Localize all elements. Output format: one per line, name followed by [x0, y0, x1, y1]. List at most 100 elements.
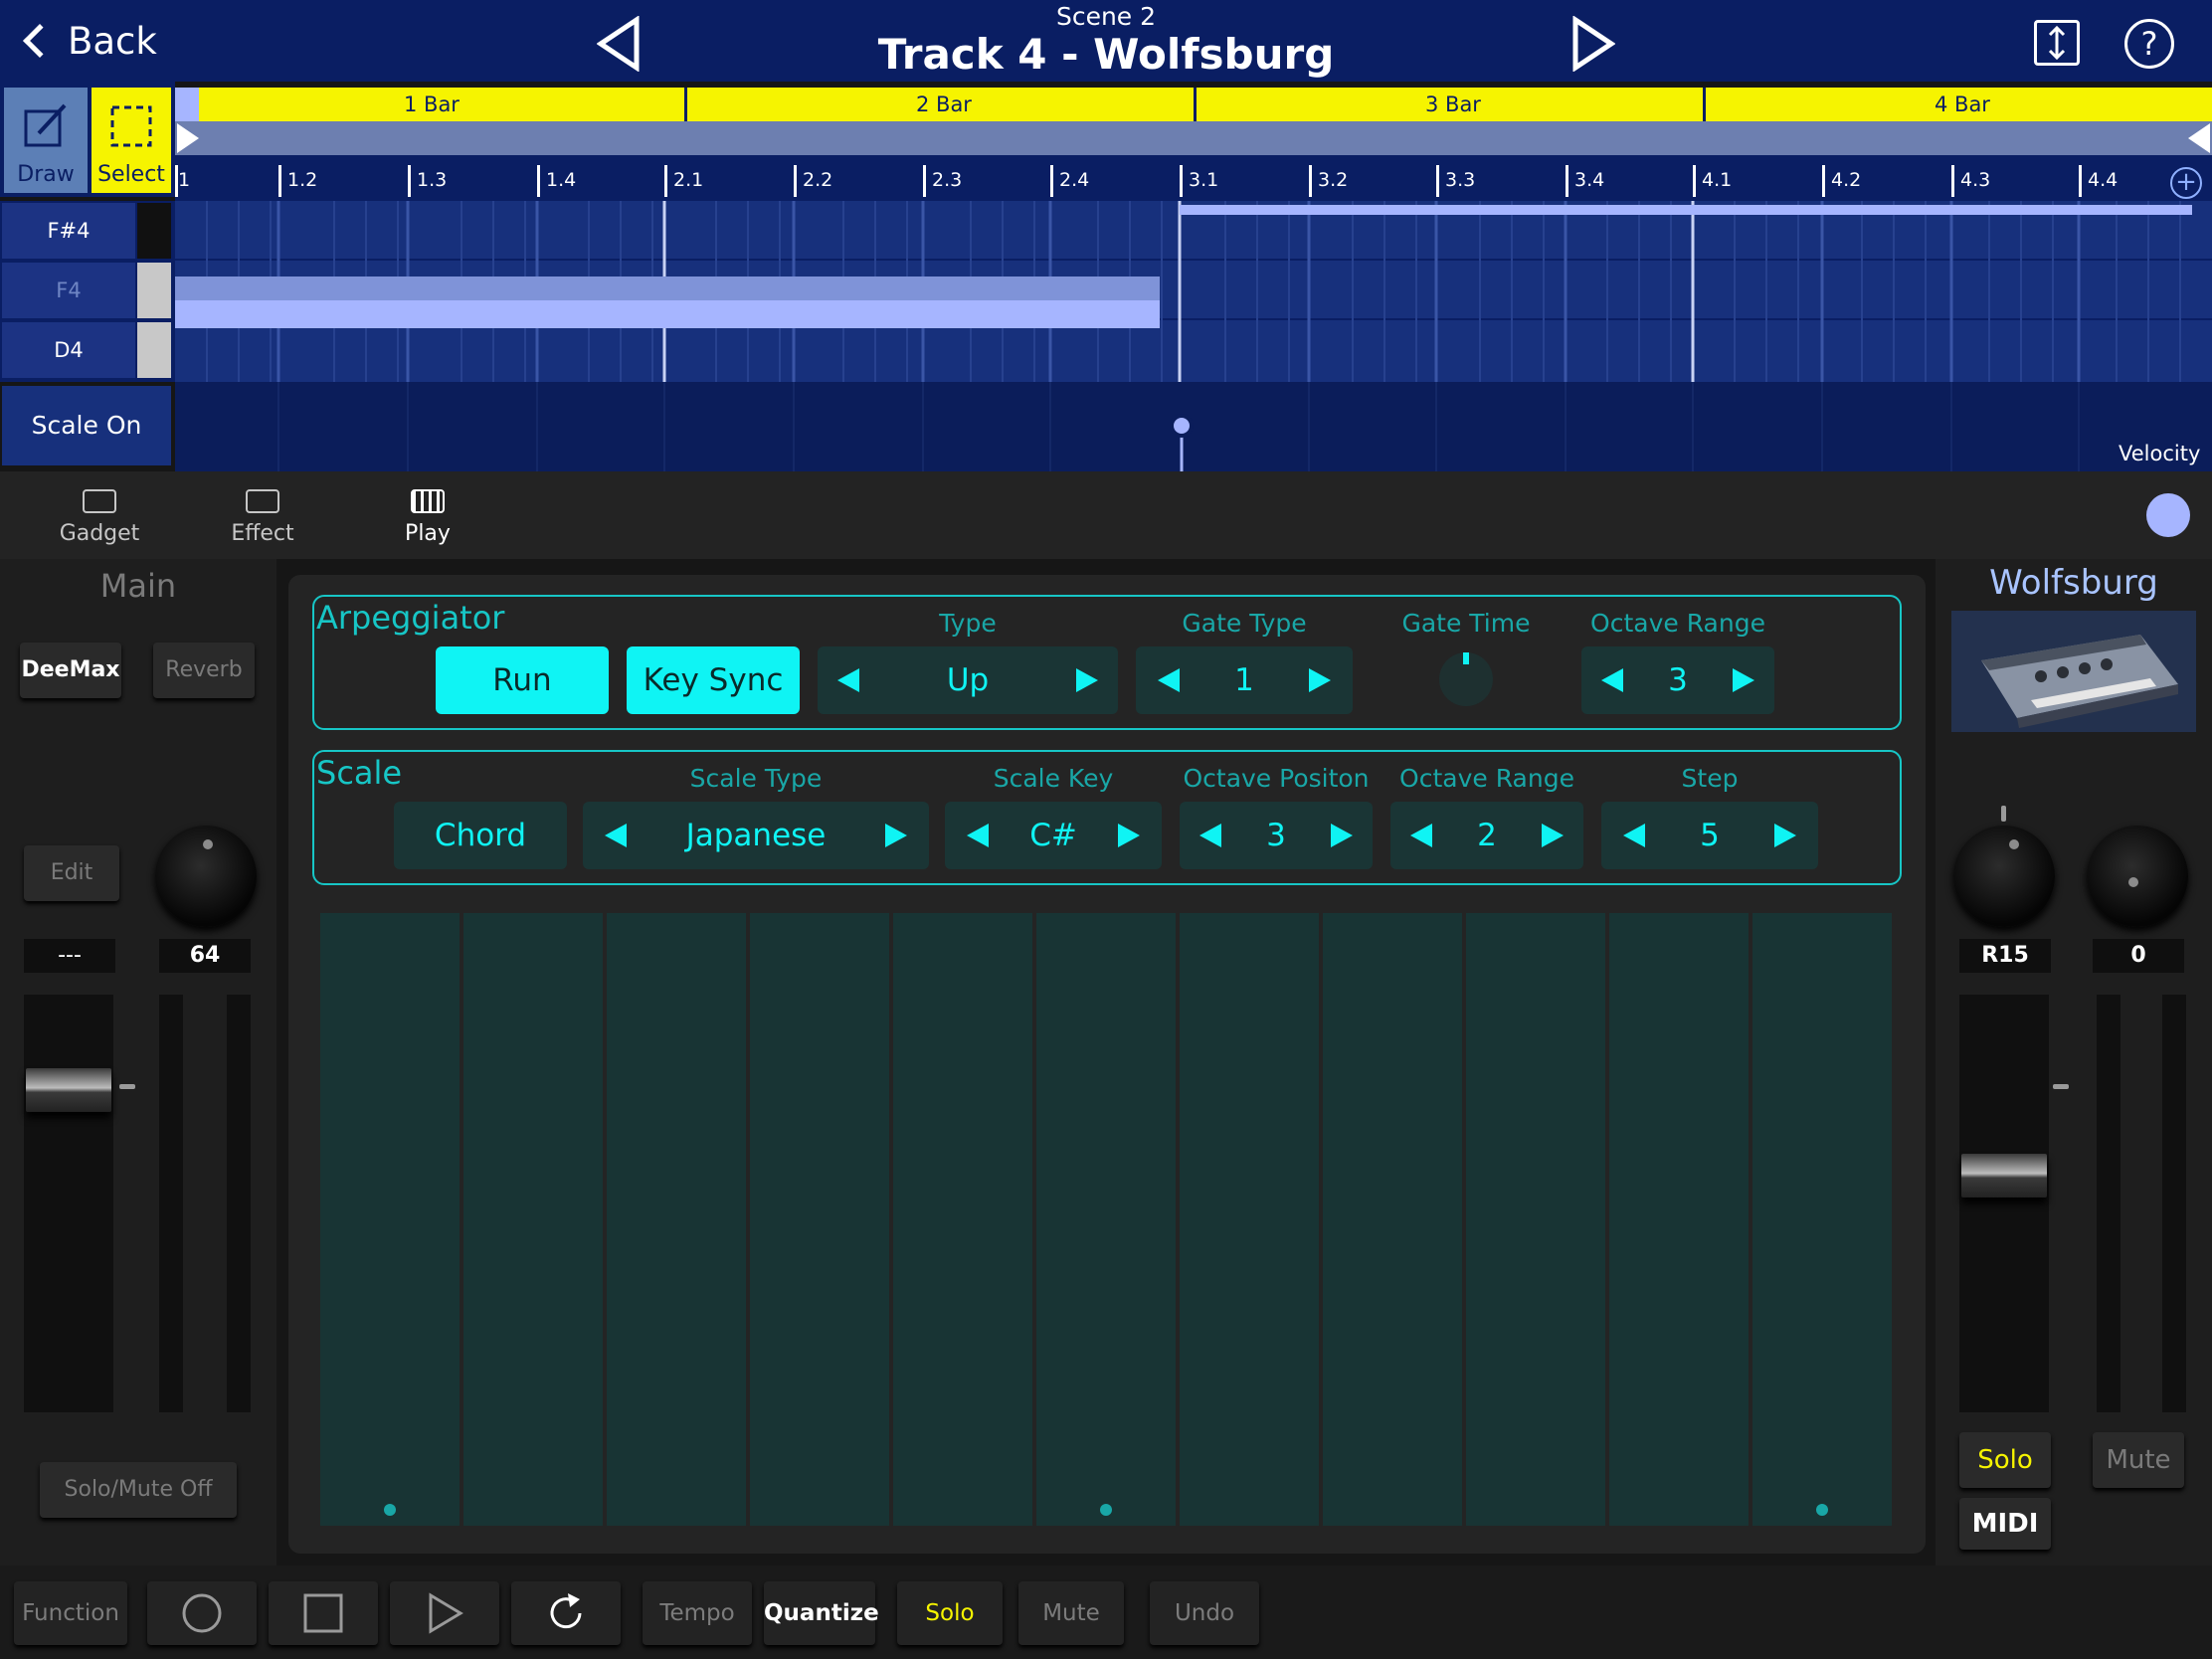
pad-marker [1100, 1504, 1112, 1516]
note-pad[interactable] [893, 913, 1032, 1526]
beat-label: 4.1 [1693, 165, 1732, 197]
gadget-thumbnail[interactable] [1951, 611, 2196, 732]
reverb-button[interactable]: Reverb [153, 643, 255, 698]
triangle-left-icon [596, 15, 640, 73]
arpeggiator-title: Arpeggiator [316, 599, 505, 637]
piano-key-d4[interactable]: D4 [2, 322, 135, 378]
tab-effect[interactable]: Effect [203, 481, 322, 551]
tab-gadget[interactable]: Gadget [40, 481, 159, 551]
octave-position-selector[interactable]: 3 [1180, 802, 1373, 869]
tab-bar [0, 471, 2212, 559]
triangle-right-icon[interactable] [1542, 824, 1564, 847]
gadget-name: Wolfsburg [1989, 563, 2158, 603]
triangle-right-icon[interactable] [1076, 668, 1098, 692]
expand-view-button[interactable] [2034, 20, 2080, 66]
mute-button[interactable]: Mute [1018, 1581, 1124, 1645]
step-selector[interactable]: 5 [1601, 802, 1818, 869]
triangle-right-icon[interactable] [1733, 668, 1754, 692]
note-pad[interactable] [1609, 913, 1749, 1526]
note-pad[interactable] [750, 913, 889, 1526]
note-pad[interactable] [463, 913, 603, 1526]
question-mark-icon: ? [2140, 25, 2158, 63]
track-mute-button[interactable]: Mute [2093, 1432, 2184, 1488]
scale-toggle-button[interactable]: Scale On [2, 386, 171, 465]
arp-octave-range-label: Octave Range [1590, 609, 1765, 638]
gate-time-knob[interactable] [1439, 652, 1493, 706]
gate-type-selector[interactable]: 1 [1136, 646, 1353, 714]
tempo-button[interactable]: Tempo [643, 1581, 752, 1645]
previous-track-button[interactable] [596, 15, 641, 76]
tab-play[interactable]: Play [368, 481, 487, 551]
piano-key-f-sharp-4[interactable]: F#4 [2, 203, 135, 259]
marquee-select-icon [110, 105, 152, 147]
arp-octave-range-selector[interactable]: 3 [1581, 646, 1774, 714]
run-button[interactable]: Run [436, 646, 609, 714]
loop-end-handle[interactable] [2188, 123, 2210, 153]
beat-label: 1.4 [537, 165, 576, 197]
select-tool-button[interactable]: Select [92, 88, 171, 193]
key-sync-button[interactable]: Key Sync [627, 646, 800, 714]
chord-button[interactable]: Chord [394, 802, 567, 869]
scale-type-value: Japanese [685, 818, 827, 853]
quantize-button[interactable]: Quantize [764, 1581, 879, 1645]
stop-button[interactable] [269, 1581, 378, 1645]
note-pad[interactable] [1466, 913, 1605, 1526]
master-knob[interactable] [155, 826, 257, 927]
loop-range-strip[interactable] [175, 121, 2212, 155]
master-fader-handle[interactable] [26, 1068, 111, 1112]
loop-button[interactable] [511, 1581, 621, 1645]
velocity-lane[interactable] [175, 382, 2212, 471]
master-knob-value: 64 [159, 939, 251, 973]
tab-effect-label: Effect [231, 521, 294, 546]
master-fader-track[interactable] [24, 995, 113, 1412]
edit-button[interactable]: Edit [24, 845, 119, 901]
note-pad[interactable] [1036, 913, 1176, 1526]
plus-icon: + [2175, 167, 2197, 197]
note-pad[interactable] [320, 913, 460, 1526]
piano-roll-grid[interactable] [175, 201, 2212, 382]
record-button[interactable] [147, 1581, 257, 1645]
undo-button[interactable]: Undo [1150, 1581, 1259, 1645]
note-pad[interactable] [1180, 913, 1319, 1526]
scale-key-selector[interactable]: C# [945, 802, 1162, 869]
draw-tool-button[interactable]: Draw [4, 88, 88, 193]
gate-time-label: Gate Time [1401, 609, 1531, 638]
bar-ruler[interactable]: 1 Bar 2 Bar 3 Bar 4 Bar [175, 88, 2212, 121]
bar-label: 2 Bar [684, 88, 1194, 121]
deemax-button[interactable]: DeeMax [20, 643, 121, 698]
beat-ruler[interactable]: 1 1.2 1.3 1.4 2.1 2.2 2.3 2.4 3.1 3.2 3.… [175, 155, 2212, 201]
bar-label: 3 Bar [1194, 88, 1703, 121]
midi-button[interactable]: MIDI [1959, 1498, 2051, 1550]
pan-knob[interactable] [1953, 826, 2055, 927]
note-f-sharp-4[interactable] [1180, 205, 2192, 215]
loop-start-handle[interactable] [177, 123, 199, 153]
track-solo-button[interactable]: Solo [1959, 1432, 2051, 1488]
piano-key-f4[interactable]: F4 [2, 263, 135, 318]
function-button[interactable]: Function [14, 1581, 127, 1645]
help-button[interactable]: ? [2124, 19, 2174, 69]
track-title: Track 4 - Wolfsburg [877, 30, 1335, 79]
scale-octave-range-selector[interactable]: 2 [1390, 802, 1583, 869]
track-fader-handle[interactable] [1961, 1154, 2047, 1198]
note-pad[interactable] [1752, 913, 1892, 1526]
solo-mute-off-button[interactable]: Solo/Mute Off [40, 1462, 237, 1518]
add-bar-button[interactable]: + [2170, 167, 2202, 199]
track-fader-track[interactable] [1959, 995, 2049, 1412]
type-selector[interactable]: Up [818, 646, 1118, 714]
scale-type-selector[interactable]: Japanese [583, 802, 929, 869]
send-knob[interactable] [2087, 826, 2188, 927]
note-pad[interactable] [1323, 913, 1462, 1526]
play-button[interactable] [390, 1581, 499, 1645]
velocity-handle[interactable] [1170, 414, 1194, 438]
triangle-right-icon[interactable] [1309, 668, 1331, 692]
beat-label: 4.3 [1951, 165, 1990, 197]
note-pad[interactable] [607, 913, 746, 1526]
track-level-meter-right [2162, 995, 2186, 1412]
next-track-button[interactable] [1571, 15, 1616, 76]
solo-button[interactable]: Solo [897, 1581, 1003, 1645]
triangle-right-icon[interactable] [1331, 824, 1353, 847]
triangle-right-icon[interactable] [1774, 824, 1796, 847]
triangle-right-icon[interactable] [1118, 824, 1140, 847]
status-indicator[interactable] [2146, 493, 2190, 537]
triangle-right-icon[interactable] [885, 824, 907, 847]
